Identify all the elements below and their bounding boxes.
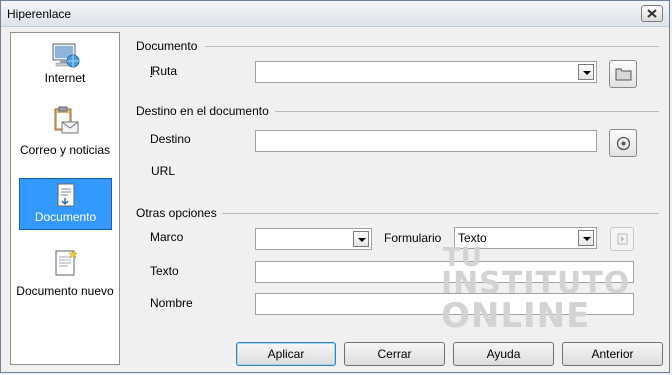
- title-bar: Hiperenlace: [1, 1, 669, 27]
- section-title-other-options: Otras opciones: [136, 206, 217, 220]
- path-combobox[interactable]: [255, 61, 597, 83]
- globe-computer-icon: [52, 43, 80, 68]
- chevron-down-icon[interactable]: [353, 231, 369, 247]
- frame-label: Marco: [150, 230, 184, 244]
- window-title: Hiperenlace: [7, 7, 72, 21]
- target-label: Destino: [150, 132, 191, 146]
- target-circle-icon: [616, 136, 631, 151]
- hyperlink-dialog: Hiperenlace Internet Correo y noticias D…: [0, 0, 670, 373]
- close-icon: [647, 9, 657, 18]
- sidebar-item-label: Documento: [34, 210, 97, 224]
- name-label: Nombre: [150, 296, 193, 310]
- mail-clipboard-icon: [54, 106, 79, 134]
- url-label: URL: [151, 164, 176, 178]
- help-button[interactable]: Ayuda: [453, 342, 554, 366]
- apply-button[interactable]: Aplicar: [236, 342, 336, 366]
- section-divider: [205, 46, 659, 47]
- target-input[interactable]: [255, 130, 597, 152]
- section-title-target: Destino en el documento: [136, 104, 269, 118]
- close-button[interactable]: Cerrar: [344, 342, 445, 366]
- sidebar-item-label: Internet: [44, 71, 86, 85]
- close-window-button[interactable]: [641, 5, 663, 22]
- folder-icon: [615, 68, 632, 81]
- sidebar-item-document[interactable]: Documento: [19, 178, 112, 230]
- watermark-line-3: ONLINE: [441, 296, 591, 336]
- chevron-down-icon[interactable]: [578, 64, 594, 80]
- sidebar-item-new-document[interactable]: Documento nuevo: [11, 248, 119, 320]
- open-file-button[interactable]: [609, 60, 637, 88]
- sidebar-item-internet[interactable]: Internet: [11, 39, 119, 97]
- frame-combobox[interactable]: [255, 228, 372, 250]
- target-in-document-button[interactable]: [609, 129, 637, 157]
- back-button[interactable]: Anterior: [562, 342, 663, 366]
- text-label: Texto: [150, 264, 179, 278]
- section-title-document: Documento: [136, 39, 198, 53]
- document-icon: [57, 183, 74, 207]
- new-document-icon: [55, 249, 78, 276]
- watermark-line-2: INSTITUTO: [441, 266, 631, 301]
- sidebar-item-label: Correo y noticias: [19, 143, 111, 157]
- form-label: Formulario: [384, 231, 442, 245]
- hyperlink-type-sidebar: Internet Correo y noticias Documento Doc…: [10, 32, 120, 365]
- path-label: RRuta: [150, 64, 178, 78]
- chevron-down-icon[interactable]: [578, 230, 594, 246]
- sidebar-item-label: Documento nuevo: [16, 284, 114, 298]
- events-icon: [617, 233, 628, 245]
- section-divider: [275, 111, 659, 112]
- watermark-logo: TU INSTITUTO ONLINE: [441, 245, 631, 335]
- section-divider: [222, 213, 659, 214]
- sidebar-item-mail[interactable]: Correo y noticias: [11, 105, 119, 177]
- path-label-text: Ruta: [151, 64, 178, 78]
